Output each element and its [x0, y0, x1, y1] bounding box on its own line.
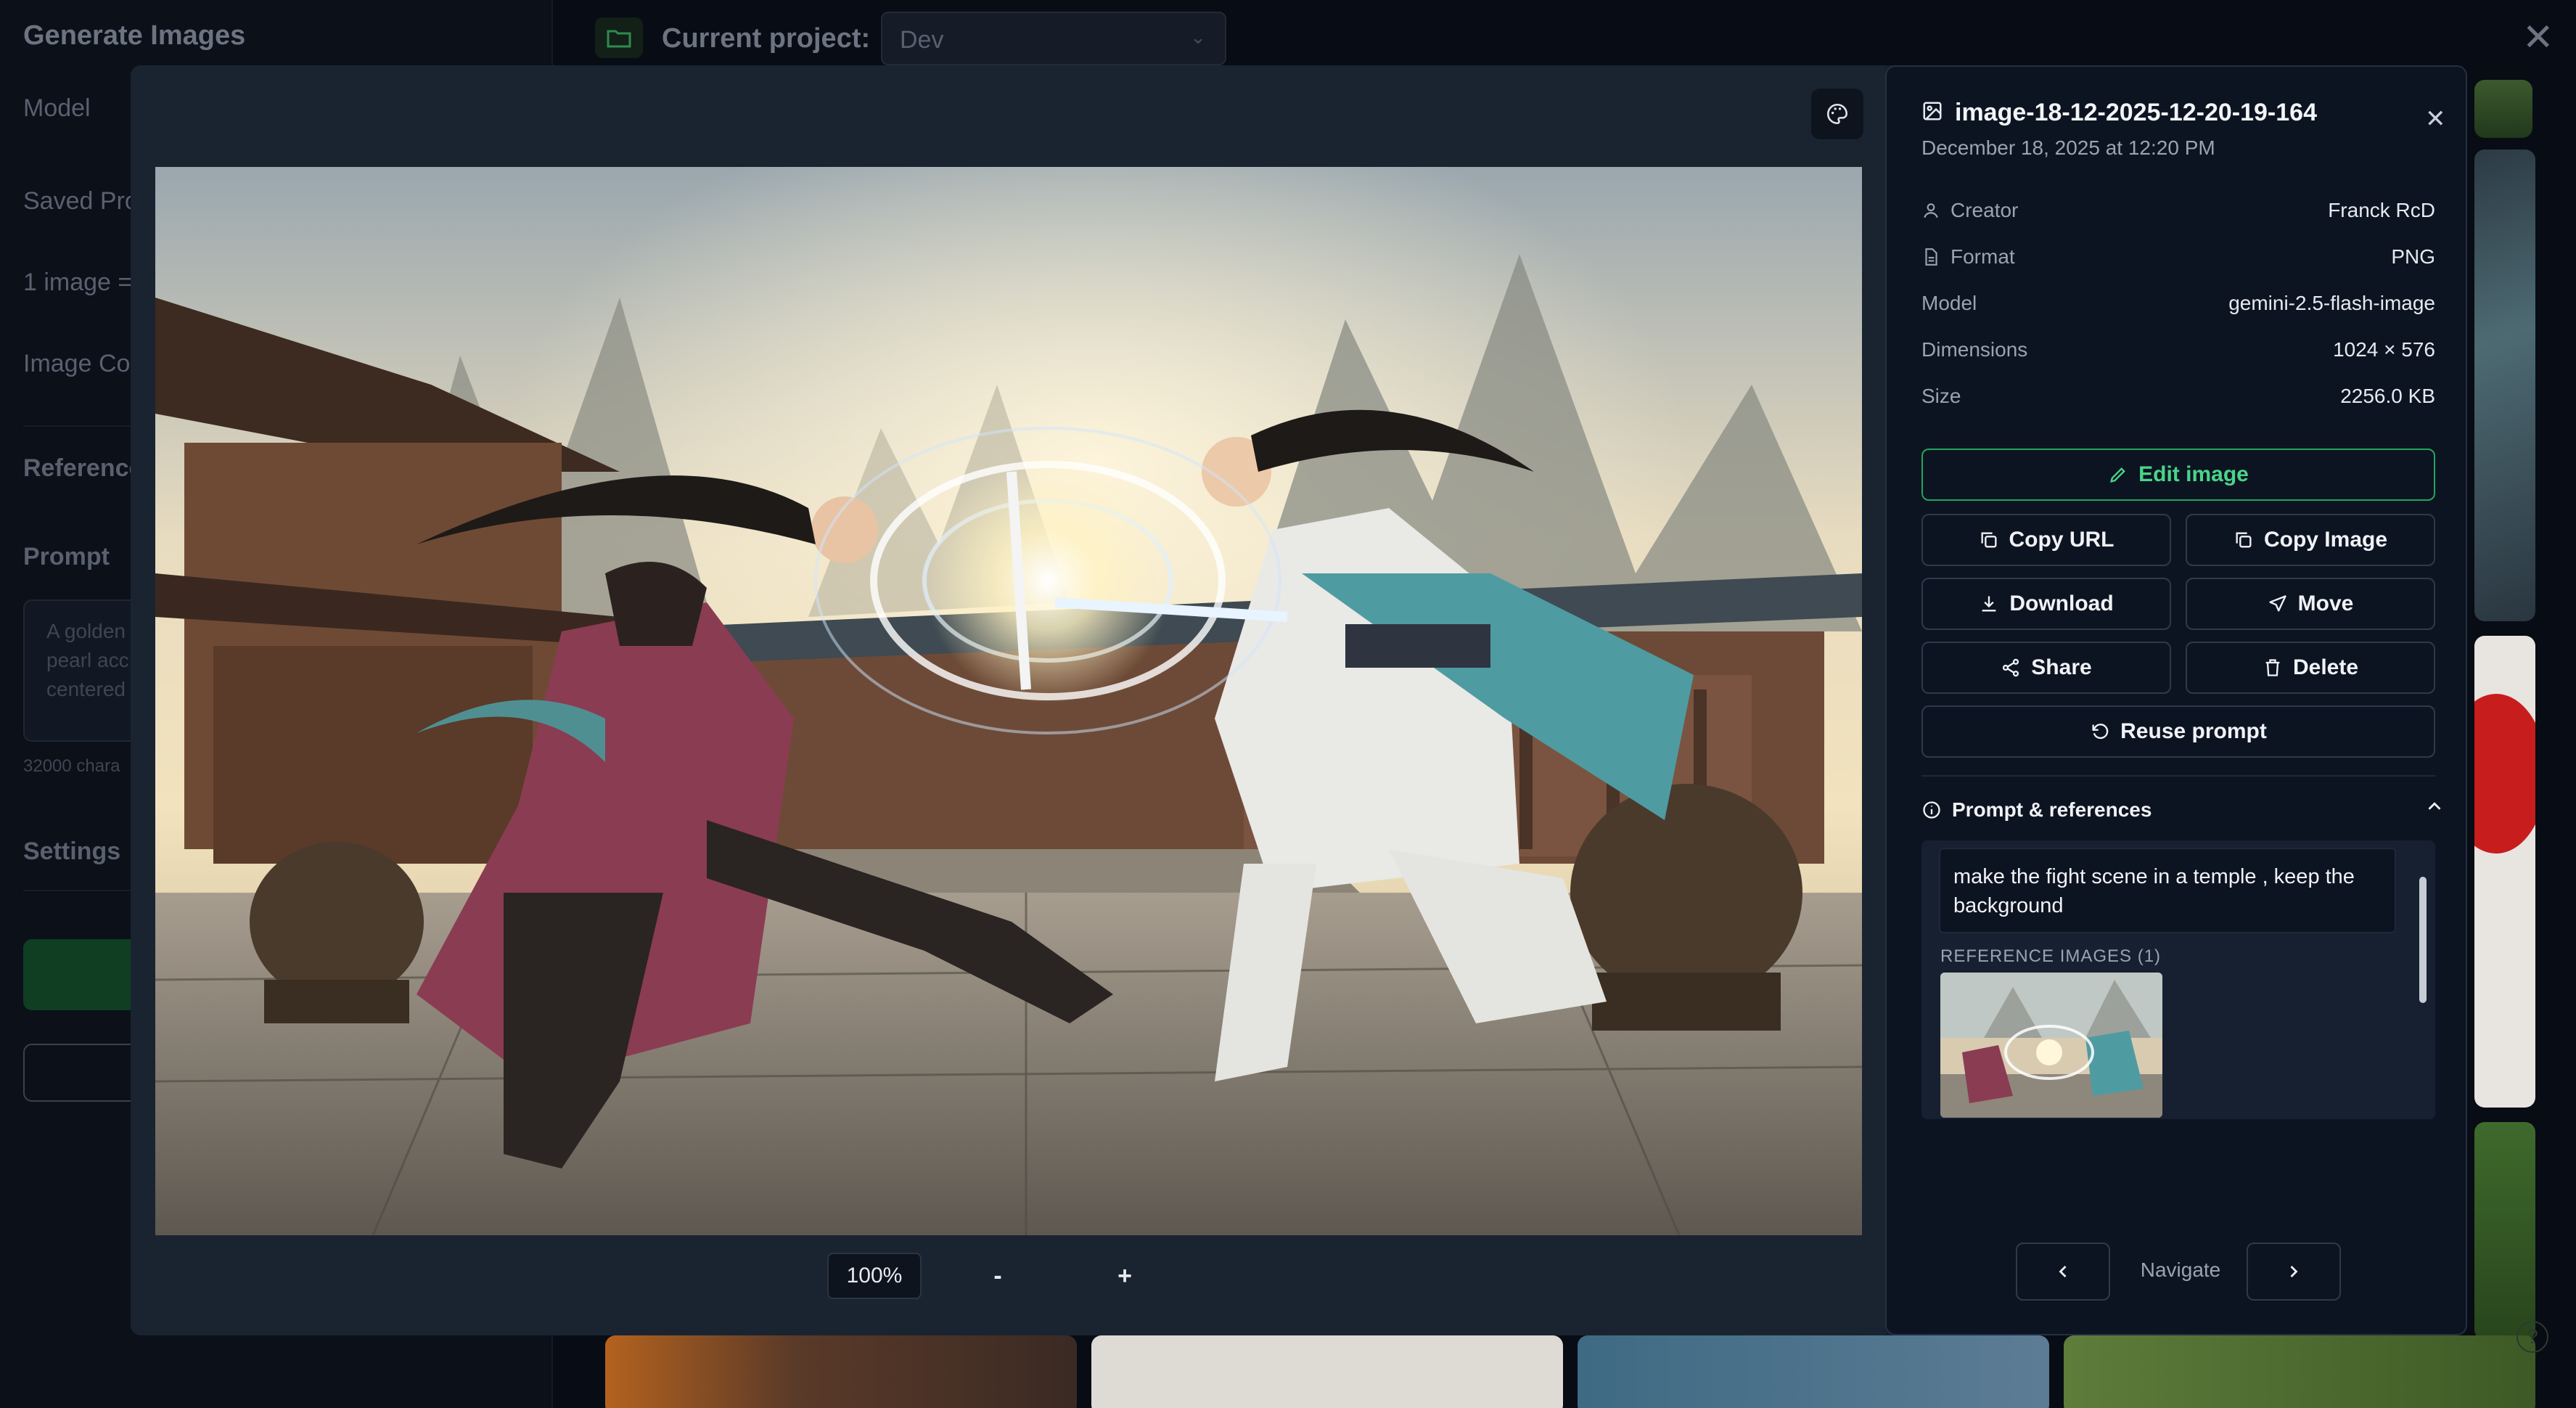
edit-image-label: Edit image: [2138, 462, 2249, 486]
reference-images-label: REFERENCE IMAGES (1): [1940, 946, 2162, 966]
gallery-thumbnail[interactable]: [605, 1335, 1077, 1408]
image-date: December 18, 2025 at 12:20 PM: [1921, 136, 2215, 159]
rotate-ccw-icon: [2092, 724, 2109, 740]
close-icon[interactable]: ✕: [2425, 105, 2446, 134]
prompt-text: make the fight scene in a temple , keep …: [1939, 848, 2396, 933]
meta-model: Model gemini-2.5-flash-image: [1921, 292, 2435, 321]
meta-value: Franck RcD: [2328, 199, 2435, 221]
download-button[interactable]: Download: [1921, 578, 2171, 630]
meta-key-label: Model: [1921, 292, 1977, 314]
send-icon: [2268, 595, 2286, 612]
copy-image-label: Copy Image: [2263, 528, 2388, 552]
char-limit: 32000 chara: [23, 756, 120, 776]
image-illustration: [155, 167, 1862, 1235]
share-button[interactable]: Share: [1921, 642, 2171, 694]
reuse-prompt-label: Reuse prompt: [2120, 719, 2267, 743]
project-label: Current project:: [662, 23, 871, 54]
prompt-references-toggle[interactable]: Prompt & references: [1921, 795, 2435, 824]
palette-button[interactable]: [1811, 89, 1863, 139]
palette-icon: [1826, 103, 1848, 125]
folder-button[interactable]: [595, 17, 643, 58]
copy-icon: [2236, 532, 2252, 548]
share-label: Share: [2031, 655, 2092, 679]
share-icon: [2003, 658, 2019, 677]
zoom-out-button[interactable]: -: [951, 1253, 1045, 1299]
next-button[interactable]: [2247, 1243, 2341, 1301]
previous-button[interactable]: [2016, 1243, 2110, 1301]
chevron-left-icon: [2059, 1266, 2067, 1277]
gallery-thumbnail[interactable]: [1091, 1335, 1563, 1408]
meta-value: 1024 × 576: [2333, 338, 2435, 361]
download-label: Download: [2009, 592, 2114, 615]
prompt-references-panel: make the fight scene in a temple , keep …: [1921, 840, 2435, 1119]
references-label: Reference: [23, 454, 143, 482]
meta-key-label: Format: [1951, 245, 2015, 268]
gallery-thumbnail[interactable]: [2474, 80, 2532, 138]
trash-icon: [2265, 659, 2280, 676]
chevron-up-icon[interactable]: [2424, 795, 2445, 817]
details-panel: image-18-12-2025-12-20-19-164 December 1…: [1885, 65, 2467, 1335]
meta-dimensions: Dimensions 1024 × 576: [1921, 338, 2435, 367]
gallery-thumbnail[interactable]: [2474, 636, 2535, 1108]
gallery-thumbnail[interactable]: [1578, 1335, 2049, 1408]
zoom-in-button[interactable]: +: [1078, 1253, 1172, 1299]
preview-image[interactable]: [155, 167, 1862, 1235]
chevron-right-icon: [2290, 1266, 2298, 1277]
info-icon: [1923, 801, 1940, 819]
zoom-level: 100%: [827, 1253, 922, 1299]
project-value: Dev: [900, 26, 944, 54]
edit-image-button[interactable]: Edit image: [1921, 449, 2435, 501]
settings-label[interactable]: Settings: [23, 838, 120, 866]
zoom-controls: 100% - +: [827, 1253, 1197, 1303]
prompt-label: Prompt: [23, 543, 110, 570]
reuse-prompt-button[interactable]: Reuse prompt: [1921, 705, 2435, 758]
delete-button[interactable]: Delete: [2186, 642, 2435, 694]
reference-illustration: [1940, 973, 2162, 1118]
meta-size: Size 2256.0 KB: [1921, 385, 2435, 414]
meta-format: Format PNG: [1921, 245, 2435, 274]
divider: [1921, 775, 2435, 777]
gallery-thumbnail[interactable]: [2474, 150, 2535, 621]
image-count-label: Image Co: [23, 350, 131, 377]
pencil-icon: [2110, 467, 2125, 483]
copy-url-label: Copy URL: [2009, 528, 2114, 552]
help-icon[interactable]: ?: [2516, 1321, 2548, 1353]
generator-title: Generate Images: [23, 20, 246, 51]
meta-value: gemini-2.5-flash-image: [2228, 292, 2435, 314]
gallery-thumbnail[interactable]: [2064, 1335, 2535, 1408]
chevron-down-icon: ⌄: [1190, 26, 1206, 48]
image-viewer: 100% - +: [131, 65, 1885, 1335]
scrollbar[interactable]: [2419, 877, 2427, 1003]
meta-key-label: Creator: [1951, 199, 2019, 221]
copy-url-button[interactable]: Copy URL: [1921, 514, 2171, 566]
navigate-label: Navigate: [2140, 1258, 2221, 1281]
meta-key-label: Dimensions: [1921, 338, 2028, 361]
prompt-references-title: Prompt & references: [1952, 798, 2152, 821]
image-title: image-18-12-2025-12-20-19-164: [1955, 99, 2317, 126]
file-icon: [1925, 248, 1937, 266]
delete-label: Delete: [2292, 655, 2359, 679]
meta-value: 2256.0 KB: [2340, 385, 2435, 407]
move-button[interactable]: Move: [2186, 578, 2435, 630]
download-icon: [1982, 596, 1996, 612]
close-icon[interactable]: ✕: [2522, 19, 2554, 57]
model-label: Model: [23, 94, 91, 122]
move-label: Move: [2297, 592, 2354, 615]
gallery-thumbnail[interactable]: [2474, 1122, 2535, 1340]
image-icon: [1923, 102, 1942, 120]
meta-key-label: Size: [1921, 385, 1961, 407]
reference-image-thumbnail[interactable]: [1940, 973, 2162, 1118]
image-cost-label: 1 image =: [23, 269, 133, 296]
folder-icon: [607, 30, 631, 48]
project-select[interactable]: Dev ⌄: [881, 12, 1226, 65]
meta-value: PNG: [2391, 245, 2435, 268]
image-preview-modal: 100% - + image-18-12-2025-12-20-19-164 D…: [131, 65, 2467, 1335]
navigation: Navigate: [1887, 1243, 2467, 1301]
user-icon: [1924, 203, 1938, 218]
meta-creator: Creator Franck RcD: [1921, 199, 2435, 228]
copy-icon: [1981, 532, 1996, 548]
copy-image-button[interactable]: Copy Image: [2186, 514, 2435, 566]
saved-prompts-label: Saved Pro: [23, 187, 139, 215]
